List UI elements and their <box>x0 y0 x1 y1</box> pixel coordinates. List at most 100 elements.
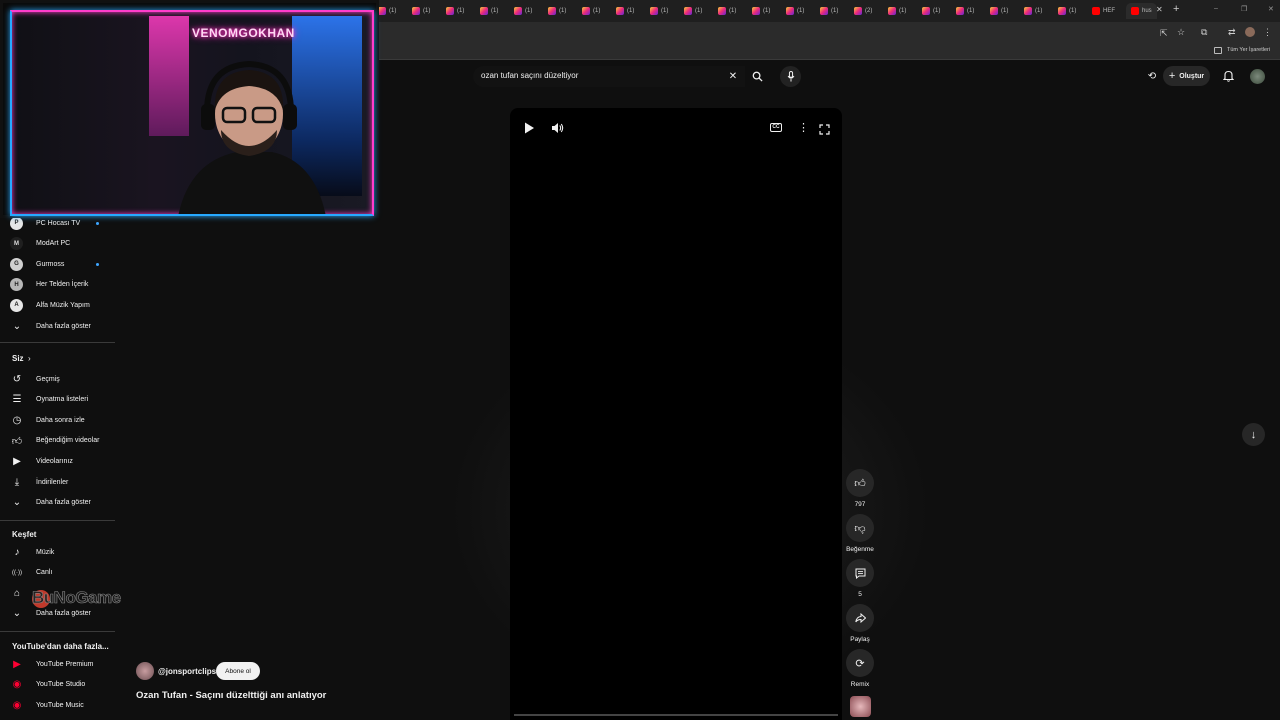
comments-action[interactable]: 5 <box>845 559 875 598</box>
more-options-icon[interactable]: ⋮ <box>798 121 809 134</box>
clear-search-icon[interactable]: ✕ <box>726 69 740 83</box>
fullscreen-button[interactable] <box>819 122 830 140</box>
sidebar-item[interactable]: ⌄ Daha fazla göster <box>10 316 115 336</box>
sidebar-item[interactable]: ◉ YouTube Music <box>10 695 115 715</box>
browser-tab[interactable]: (1) <box>990 3 1008 19</box>
all-bookmarks-link[interactable]: Tüm Yer İşaretleri <box>1227 47 1270 53</box>
browser-tab[interactable]: (2) <box>854 3 872 19</box>
tab-label: (1) <box>899 8 907 14</box>
next-video-arrow-icon[interactable]: ↓ <box>1242 423 1265 446</box>
share-icon[interactable] <box>846 604 874 632</box>
browser-tab[interactable]: (1) <box>922 3 940 19</box>
tab-label: (1) <box>491 8 499 14</box>
sidebar-item[interactable]: ◉ YouTube Studio <box>10 675 115 695</box>
search-button[interactable] <box>746 66 768 87</box>
sidebar-item[interactable]: G Gurmoss <box>10 254 115 274</box>
browser-tab[interactable]: (1) <box>1024 3 1042 19</box>
section-heading-explore[interactable]: Keşfet <box>12 530 36 539</box>
section-heading-you[interactable]: Siz <box>12 354 24 363</box>
channel-name[interactable]: @jonsportclips <box>158 667 216 676</box>
browser-tab[interactable]: (1) <box>548 3 566 19</box>
subscribe-button[interactable]: Abone ol <box>216 662 260 680</box>
sidebar-item[interactable]: H Her Telden İçerik <box>10 275 115 295</box>
remix-icon[interactable]: ⟳ <box>846 649 874 677</box>
bookmark-star-icon[interactable]: ☆ <box>1177 27 1185 38</box>
browser-tab[interactable]: (1) <box>514 3 532 19</box>
sidebar-item[interactable]: ⌄ Daha fazla göster <box>10 493 115 513</box>
sidebar-item[interactable]: ⤓ İndirilenler <box>10 472 115 492</box>
sidebar-item[interactable]: ↺ Geçmiş <box>10 369 115 389</box>
profile-avatar[interactable] <box>1245 27 1255 37</box>
browser-tab[interactable]: (1) <box>412 3 430 19</box>
browser-tab[interactable]: (1) <box>582 3 600 19</box>
sidebar-item-label: Müzik <box>36 548 55 556</box>
close-window-icon[interactable]: ✕ <box>1268 5 1274 13</box>
browser-tab[interactable]: (1) <box>888 3 906 19</box>
new-tab-button[interactable]: + <box>1173 3 1179 15</box>
streamer-figure <box>178 60 326 214</box>
translate-icon[interactable]: ⇄ <box>1228 27 1236 38</box>
dislike-action[interactable]: 👎︎ Beğenme <box>845 514 875 553</box>
browser-tab[interactable]: (1) <box>718 3 736 19</box>
account-avatar[interactable] <box>1250 69 1265 84</box>
browser-tab[interactable]: (1) <box>446 3 464 19</box>
comment-icon[interactable] <box>846 559 874 587</box>
shorts-remix-icon[interactable]: ⟲ <box>1146 70 1158 82</box>
install-app-icon[interactable]: ⇱ <box>1160 28 1168 39</box>
browser-tab[interactable]: (1) <box>752 3 770 19</box>
like-action[interactable]: 👍︎ 797 <box>845 469 875 508</box>
browser-tab[interactable]: (1) <box>650 3 668 19</box>
browser-tab[interactable]: (1) <box>480 3 498 19</box>
sidebar-item[interactable]: ▶ YouTube Premium <box>10 654 115 674</box>
browser-tab[interactable]: (1) <box>378 3 396 19</box>
sidebar-item[interactable]: ♪ Müzik <box>10 542 115 562</box>
extensions-icon[interactable]: ⧉ <box>1201 27 1207 38</box>
video-progress-bar[interactable] <box>514 714 838 716</box>
browser-tab[interactable]: (1) <box>684 3 702 19</box>
sidebar-item[interactable]: M ModArt PC <box>10 234 115 254</box>
browser-tab[interactable]: (1) <box>1058 3 1076 19</box>
search-input[interactable]: ozan tufan saçını düzeltiyor <box>481 71 578 80</box>
youtube-icon <box>1131 7 1139 15</box>
thumbs-up-icon[interactable]: 👍︎ <box>846 469 874 497</box>
download-icon: ⤓ <box>14 476 20 488</box>
browser-tab[interactable]: (1) <box>956 3 974 19</box>
browser-tab[interactable]: HEF <box>1092 3 1115 19</box>
voice-search-button[interactable] <box>780 66 801 87</box>
minimize-window-icon[interactable]: – <box>1214 5 1218 12</box>
captions-icon[interactable]: CC <box>770 123 782 132</box>
share-action[interactable]: Paylaş <box>845 604 875 643</box>
browser-menu-icon[interactable]: ⋮ <box>1263 27 1272 38</box>
thumbs-down-icon[interactable]: 👎︎ <box>846 514 874 542</box>
sidebar-item-label: Geçmiş <box>36 375 60 383</box>
sidebar-item[interactable]: 👍︎ Beğendiğim videolar <box>10 431 115 451</box>
sidebar-item-label: Oynatma listeleri <box>36 396 89 404</box>
instagram-icon <box>956 7 964 15</box>
section-heading-more-from-youtube[interactable]: YouTube'dan daha fazla... <box>12 642 109 651</box>
channel-avatar: A <box>10 298 23 312</box>
browser-tab[interactable]: (1) <box>786 3 804 19</box>
browser-tab[interactable]: (1) <box>820 3 838 19</box>
tab-label: hus <box>1142 8 1152 14</box>
shorts-video-player[interactable] <box>510 108 842 720</box>
browser-tab[interactable]: (1) <box>616 3 634 19</box>
sidebar-item[interactable]: ((·)) Canlı <box>10 563 115 583</box>
close-tab-icon[interactable]: ✕ <box>1156 5 1163 14</box>
sidebar-item[interactable]: ◷ Daha sonra izle <box>10 410 115 430</box>
play-button[interactable] <box>524 121 535 139</box>
restore-window-icon[interactable]: ❐ <box>1241 5 1247 13</box>
plus-icon: + <box>1168 70 1176 82</box>
tab-label: (1) <box>967 8 975 14</box>
tab-label: (1) <box>389 8 397 14</box>
sidebar-item[interactable]: A Alfa Müzik Yapım <box>10 295 115 315</box>
notifications-button[interactable] <box>1221 69 1235 83</box>
video-title[interactable]: Ozan Tufan - Saçını düzelttiği anı anlat… <box>136 690 326 701</box>
create-button[interactable]: + Oluştur <box>1163 66 1210 86</box>
sound-thumbnail[interactable] <box>850 696 871 717</box>
remix-action[interactable]: ⟳ Remix <box>845 649 875 688</box>
browser-tab[interactable]: hus <box>1126 3 1157 19</box>
channel-avatar[interactable] <box>136 662 154 680</box>
sidebar-item[interactable]: ▶ Videolarınız <box>10 451 115 471</box>
volume-button[interactable] <box>551 121 564 139</box>
sidebar-item[interactable]: ☰ Oynatma listeleri <box>10 390 115 410</box>
